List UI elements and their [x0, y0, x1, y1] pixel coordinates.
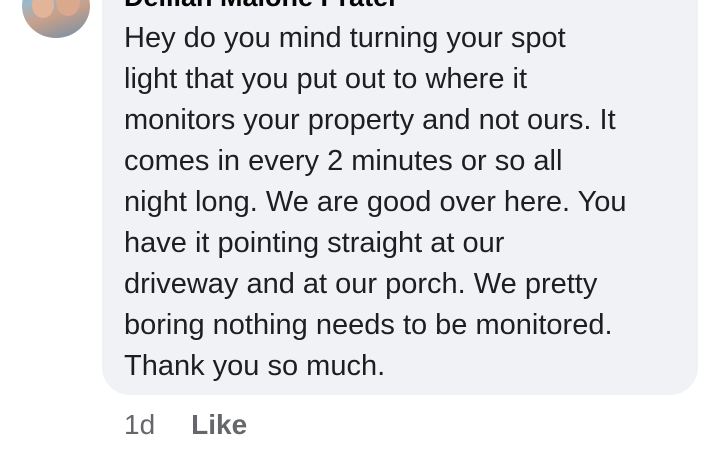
comment-text-line: comes in every 2 minutes or so all: [124, 145, 563, 177]
comment-text-line: Hey do you mind turning your spot: [124, 22, 566, 54]
comment-text-line: have it pointing straight at our: [124, 227, 505, 259]
author-avatar[interactable]: [22, 0, 90, 38]
comment-meta: 1d Like: [124, 405, 247, 445]
avatar-photo-detail: [56, 0, 80, 16]
comment-text-line: Thank you so much.: [124, 350, 386, 382]
comment-author-name[interactable]: Delilah Malone Prater: [124, 0, 399, 13]
comment-text-line: monitors your property and not ours. It: [124, 104, 616, 136]
like-button[interactable]: Like: [191, 409, 247, 441]
comment-text-line: night long. We are good over here. You: [124, 186, 627, 218]
comment-timestamp[interactable]: 1d: [124, 409, 155, 441]
comment-text-line: light that you put out to where it: [124, 63, 528, 95]
comment-text-line: driveway and at our porch. We pretty: [124, 268, 598, 300]
comment-text-line: boring nothing needs to be monitored.: [124, 309, 613, 341]
comment-text: Hey do you mind turning your spot light …: [124, 18, 694, 387]
avatar-photo-detail: [32, 0, 54, 18]
